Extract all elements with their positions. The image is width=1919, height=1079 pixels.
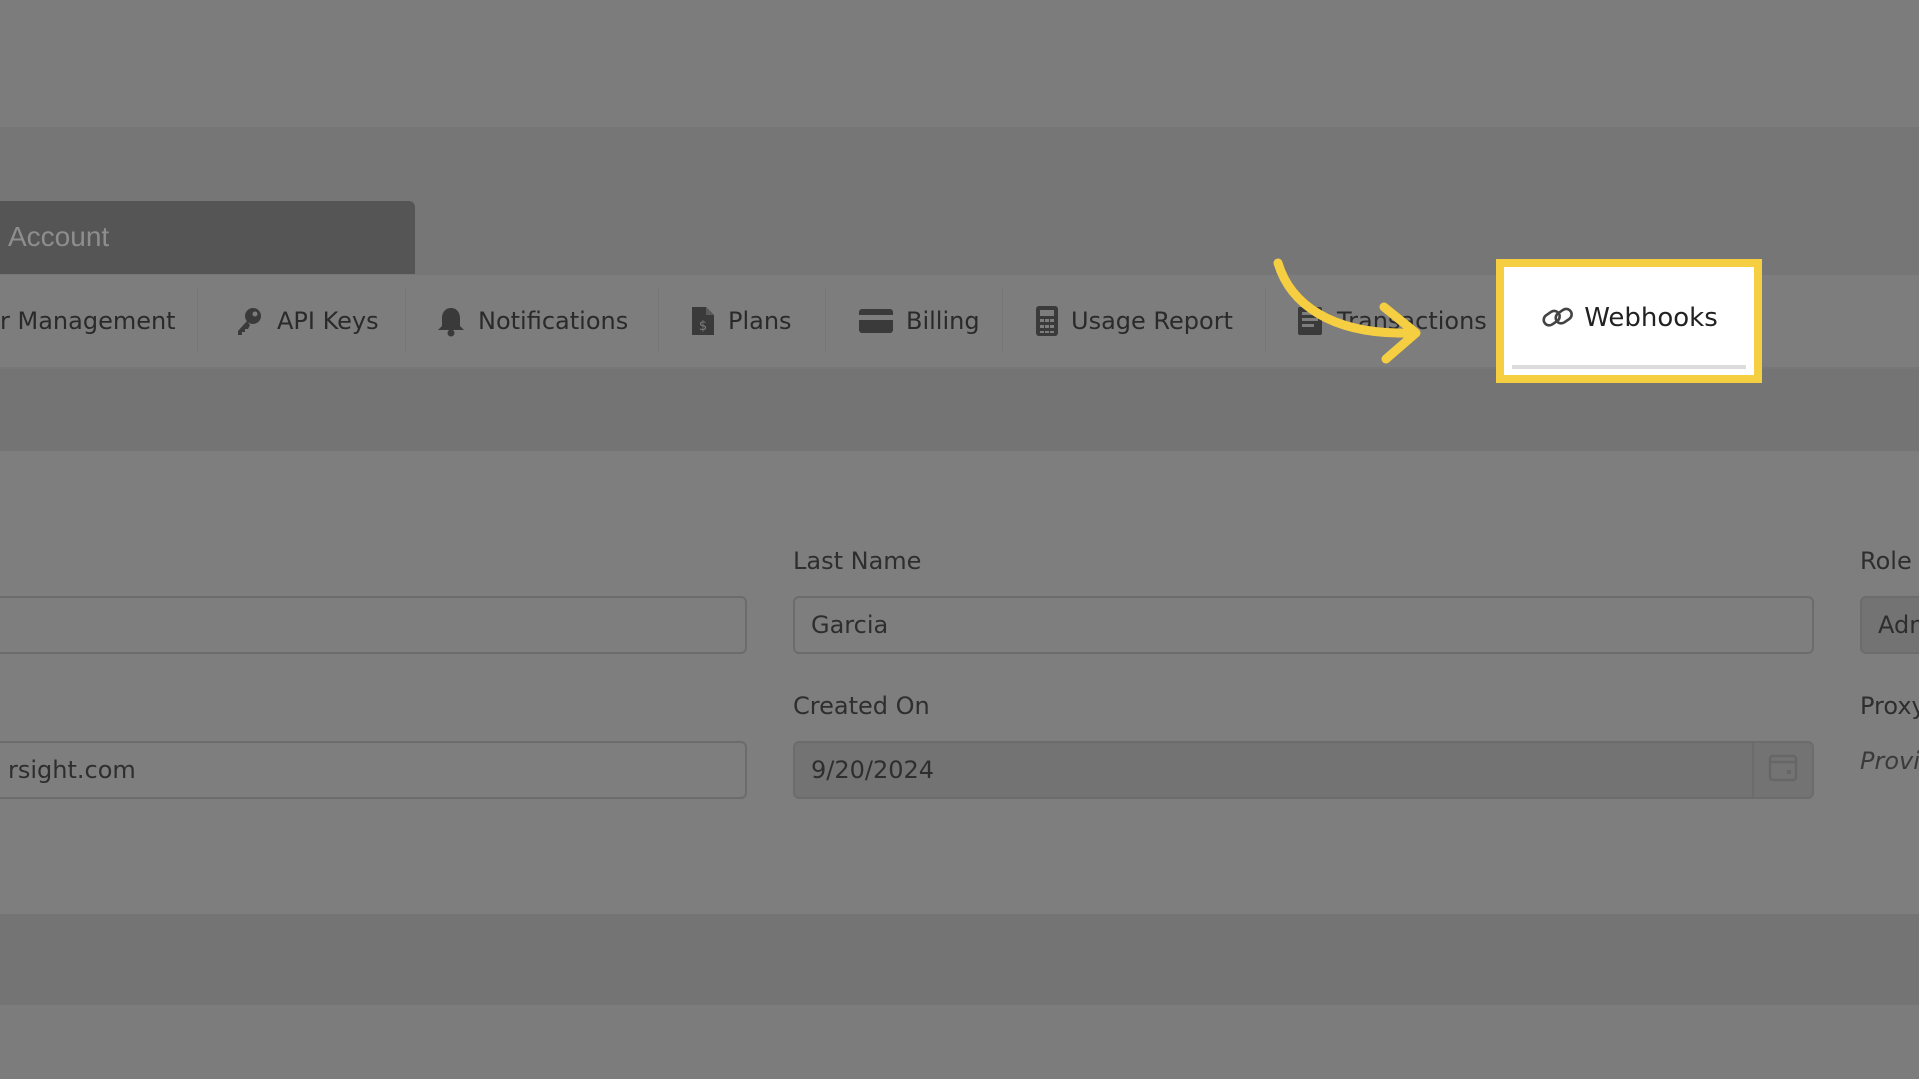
- created-on-value: 9/20/2024: [811, 756, 935, 784]
- active-tab-underline: [1512, 365, 1746, 369]
- tab-divider: [197, 289, 198, 353]
- tab-usage-report[interactable]: Usage Report: [1035, 275, 1233, 367]
- tab-webhooks-label: Webhooks: [1584, 303, 1718, 333]
- email-value: rsight.com: [8, 756, 136, 784]
- tab-notifications-label: Notifications: [478, 307, 629, 335]
- email-field[interactable]: rsight.com: [0, 741, 747, 799]
- tab-usage-report-label: Usage Report: [1071, 307, 1233, 335]
- user-details-form: Last Name Garcia Role Adm rsight.com Cre…: [0, 451, 1919, 914]
- link-icon: [1540, 304, 1576, 332]
- tab-webhooks[interactable]: Webhooks: [1496, 259, 1762, 383]
- tab-divider: [658, 289, 659, 353]
- proxy-label: Proxy: [1860, 692, 1919, 720]
- date-picker-button[interactable]: [1752, 743, 1812, 797]
- account-tab[interactable]: Account: [0, 201, 415, 274]
- annotation-arrow-icon: [1273, 258, 1421, 364]
- tab-api-keys-label: API Keys: [277, 307, 379, 335]
- tab-api-keys[interactable]: API Keys: [233, 275, 379, 367]
- first-name-field[interactable]: [0, 596, 747, 654]
- proxy-note: Provi: [1860, 747, 1919, 775]
- bell-icon: [436, 305, 466, 337]
- tab-user-management[interactable]: r Management: [0, 275, 176, 367]
- tab-webhooks-content: Webhooks: [1512, 275, 1746, 361]
- calendar-icon: [1768, 752, 1798, 788]
- account-tab-label: Account: [8, 221, 110, 252]
- role-label: Role: [1860, 547, 1912, 575]
- tab-billing[interactable]: Billing: [858, 275, 980, 367]
- tab-plans[interactable]: $ Plans: [690, 275, 792, 367]
- file-dollar-icon: $: [690, 305, 716, 337]
- calculator-icon: [1035, 305, 1059, 337]
- credit-card-icon: [858, 307, 894, 335]
- tab-plans-label: Plans: [728, 307, 792, 335]
- page: Account r Management API Keys Notificati…: [0, 0, 1919, 1079]
- role-field[interactable]: Adm: [1860, 596, 1919, 654]
- key-icon: [233, 305, 265, 337]
- footer-band: [0, 1005, 1919, 1079]
- tab-billing-label: Billing: [906, 307, 980, 335]
- top-band: [0, 0, 1919, 127]
- last-name-field[interactable]: Garcia: [793, 596, 1814, 654]
- tab-user-management-label: r Management: [0, 307, 176, 335]
- tab-divider: [405, 289, 406, 353]
- last-name-label: Last Name: [793, 547, 922, 575]
- created-on-field[interactable]: 9/20/2024: [793, 741, 1814, 799]
- tab-divider: [1002, 289, 1003, 353]
- tab-divider: [825, 289, 826, 353]
- bottom-band: [0, 914, 1919, 1005]
- tab-notifications[interactable]: Notifications: [436, 275, 628, 367]
- svg-text:$: $: [699, 319, 707, 334]
- last-name-value: Garcia: [811, 611, 889, 639]
- created-on-label: Created On: [793, 692, 930, 720]
- role-value: Adm: [1878, 611, 1919, 639]
